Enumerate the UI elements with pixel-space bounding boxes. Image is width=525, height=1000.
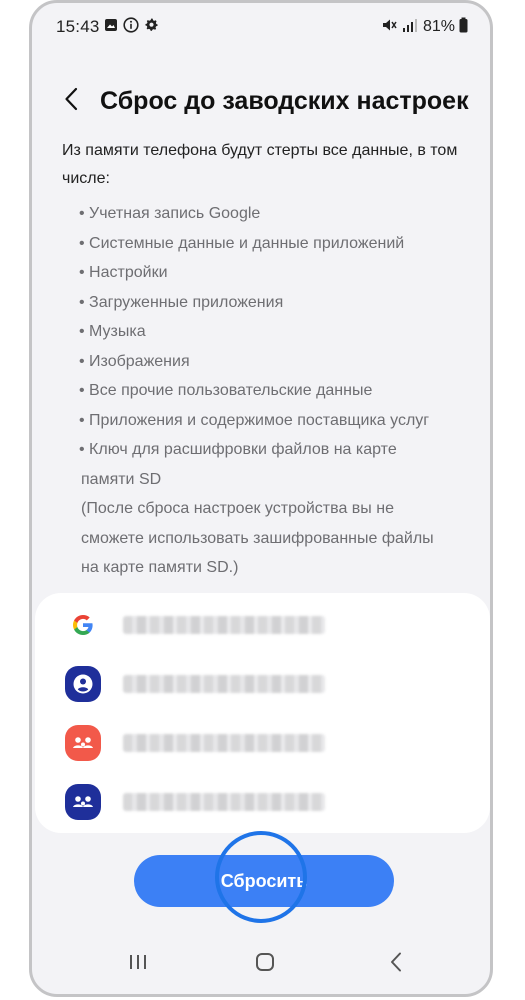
content: Из памяти телефона будут стерты все данн… [62,137,472,583]
intro-text: Из памяти телефона будут стерты все данн… [62,142,458,187]
home-button[interactable] [251,950,279,978]
family-share-icon [65,725,101,761]
page-title: Сброс до заводских настроек [100,87,469,115]
samsung-account-icon [65,666,101,702]
account-name-blurred [123,675,325,693]
account-name-blurred [123,616,325,634]
list-item-continuation: памяти SD [81,470,162,488]
navigation-bar [32,934,490,994]
account-name-blurred [123,734,325,752]
list-item: • Музыка [79,323,146,340]
nav-back-button[interactable] [382,950,410,978]
back-icon [389,951,403,978]
note-line: на карте памяти SD.) [81,559,239,576]
account-row-google [65,605,465,645]
account-row-group [65,782,465,822]
back-button[interactable] [56,83,86,119]
list-item: • Системные данные и данные приложений [79,234,405,252]
account-row-samsung [65,664,465,704]
status-bar: 15:43 81% [32,3,490,53]
erased-data-list: • Учетная запись Google • Системные данн… [62,199,472,583]
settings-gear-icon [144,17,159,37]
accounts-card [35,593,490,833]
gallery-icon [104,18,118,37]
home-icon [254,951,276,978]
account-name-blurred [123,793,325,811]
recents-button[interactable] [124,950,152,978]
status-icons-left [104,16,159,38]
list-item: • Настройки [79,264,168,281]
google-icon [65,607,101,643]
note-line: сможете использовать зашифрованные файлы [81,529,434,547]
list-item: • Приложения и содержимое поставщика усл… [79,411,430,429]
list-item: • Загруженные приложения [79,293,284,311]
header: Сброс до заводских настроек [32,81,490,121]
chevron-left-icon [64,87,78,116]
battery-icon [459,17,468,38]
signal-icon [401,17,419,38]
phone-screen: 15:43 81% Сброс до заводских настроек Из… [29,0,493,997]
status-time: 15:43 [56,17,100,36]
account-row-family [65,723,465,763]
battery-percent: 81% [422,18,455,35]
note-line: (После сброса настроек устройства вы не [81,500,394,517]
mute-icon [381,17,397,38]
reset-button[interactable]: Сбросить [134,855,394,907]
group-share-icon [65,784,101,820]
info-icon [123,16,139,38]
list-item: • Изображения [79,352,190,370]
list-item: • Ключ для расшифровки файлов на карте [79,441,397,458]
recents-icon [127,953,149,976]
list-item: • Все прочие пользовательские данные [79,382,373,399]
list-item: • Учетная запись Google [79,205,261,222]
status-icons-right: 81% [381,17,468,37]
